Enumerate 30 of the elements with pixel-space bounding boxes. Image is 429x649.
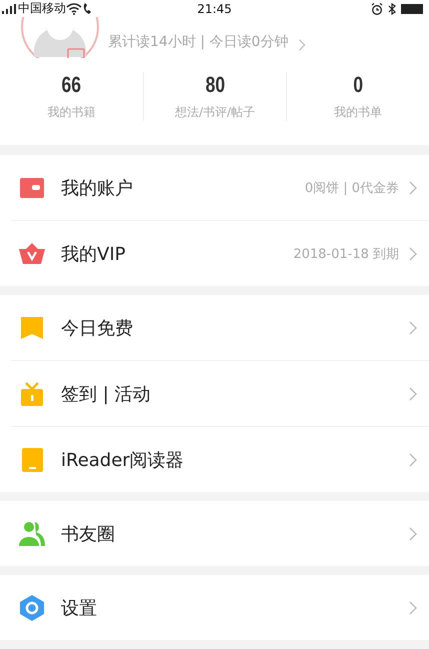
chevron-icon (409, 386, 417, 400)
clock-time: 21:45 (196, 2, 233, 16)
chevron-icon (409, 526, 417, 540)
stat-count[interactable]: 0 (353, 72, 363, 98)
chevron-icon (298, 39, 306, 51)
menu-item[interactable]: 我的VIP (61, 242, 126, 266)
stat-count[interactable]: 80 (205, 72, 225, 98)
settings-icon (18, 594, 46, 622)
carrier-name: 中国移动 (18, 0, 66, 17)
bluetooth-icon (388, 2, 396, 14)
people-icon (18, 520, 46, 548)
menu-item[interactable]: 我的账户 (61, 176, 133, 200)
menu-item[interactable]: 今日免费 (61, 316, 133, 340)
menu-item[interactable]: 签到 | 活动 (61, 382, 151, 406)
signal-icon (2, 4, 16, 14)
chevron-icon (409, 320, 417, 334)
battery-icon (401, 4, 423, 14)
stat-count[interactable]: 66 (62, 72, 82, 98)
chevron-icon (409, 246, 417, 260)
chevron-icon (409, 600, 417, 614)
wifi-icon (66, 2, 82, 14)
menu-item[interactable]: 设置 (61, 596, 97, 620)
menu-item[interactable]: 书友圈 (61, 522, 115, 546)
menu-item-detail: 2018-01-18 到期 (293, 246, 399, 262)
menu-item[interactable]: iReader阅读器 (61, 448, 184, 472)
menu-item-detail: 0阅饼 | 0代金券 (304, 180, 399, 196)
gift-icon (18, 380, 46, 408)
alarm-icon (371, 2, 383, 14)
chevron-icon (409, 180, 417, 194)
chevron-icon (409, 452, 417, 466)
